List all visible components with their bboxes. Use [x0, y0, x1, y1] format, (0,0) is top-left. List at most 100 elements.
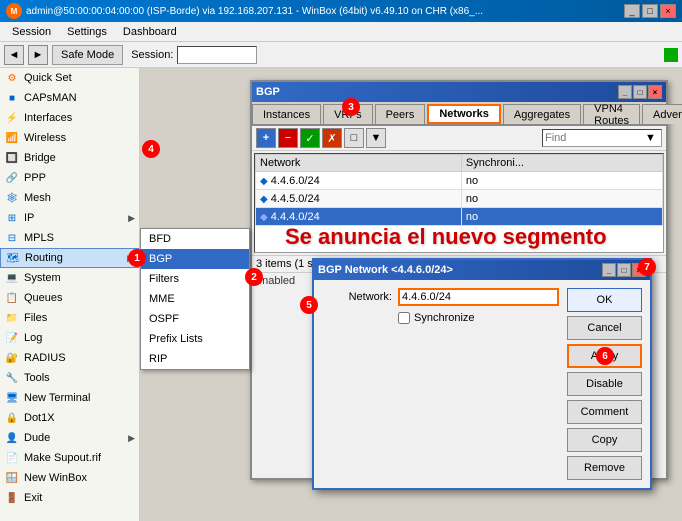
sidebar-item-label: Bridge: [24, 152, 56, 164]
sidebar-item-bridge[interactable]: 🔲 Bridge: [0, 148, 139, 168]
sidebar-item-label: PPP: [24, 172, 46, 184]
network-input[interactable]: [398, 288, 559, 306]
sidebar-item-interfaces[interactable]: ⚡ Interfaces: [0, 108, 139, 128]
interfaces-icon: ⚡: [4, 110, 20, 126]
bgp-window-title: BGP _ □ ×: [252, 82, 666, 102]
menu-settings[interactable]: Settings: [59, 24, 115, 40]
cancel-btn[interactable]: Cancel: [567, 316, 642, 340]
table-row[interactable]: ◆ 4.4.5.0/24 no: [256, 190, 663, 208]
sidebar-item-label: Exit: [24, 492, 42, 504]
routing-submenu-prefix-lists[interactable]: Prefix Lists: [141, 329, 249, 349]
maximize-btn[interactable]: □: [642, 4, 658, 18]
routing-submenu-bgp[interactable]: BGP: [141, 249, 249, 269]
dialog-minimize-btn[interactable]: _: [602, 263, 616, 277]
safe-mode-btn[interactable]: Safe Mode: [52, 45, 123, 65]
remove-btn[interactable]: Remove: [567, 456, 642, 480]
sidebar-item-files[interactable]: 📁 Files: [0, 308, 139, 328]
sidebar-item-routing[interactable]: 🗺 Routing ▶: [0, 248, 139, 268]
disable-btn[interactable]: Disable: [567, 372, 642, 396]
dialog-maximize-btn[interactable]: □: [617, 263, 631, 277]
add-network-btn[interactable]: +: [256, 128, 276, 148]
sidebar-item-queues[interactable]: 📋 Queues: [0, 288, 139, 308]
sidebar-item-quick-set[interactable]: ⚙ Quick Set: [0, 68, 139, 88]
table-row[interactable]: ◆ 4.4.4.0/24 no: [256, 208, 663, 226]
dialog-form: Network: Synchronize: [322, 288, 559, 480]
bgp-minimize-btn[interactable]: _: [618, 85, 632, 99]
routing-submenu: BFD BGP Filters MME OSPF Prefix Lists RI…: [140, 228, 250, 370]
sidebar-item-tools[interactable]: 🔧 Tools: [0, 368, 139, 388]
copy-network-btn[interactable]: □: [344, 128, 364, 148]
ip-icon: ⊞: [4, 210, 20, 226]
tab-advertisements[interactable]: Advertisements: [642, 104, 682, 124]
sidebar-item-system[interactable]: 💻 System: [0, 268, 139, 288]
routing-submenu-ospf[interactable]: OSPF: [141, 309, 249, 329]
sidebar-item-ppp[interactable]: 🔗 PPP: [0, 168, 139, 188]
network-label: Network:: [322, 291, 392, 303]
sidebar-item-mpls[interactable]: ⊟ MPLS: [0, 228, 139, 248]
routing-submenu-mme[interactable]: MME: [141, 289, 249, 309]
session-label: Session:: [131, 49, 173, 61]
sync-cell: no: [461, 190, 662, 208]
app-icon: M: [6, 3, 22, 19]
table-row[interactable]: ◆ 4.4.6.0/24 no: [256, 172, 663, 190]
routing-submenu-rip[interactable]: RIP: [141, 349, 249, 369]
search-dropdown[interactable]: ▼: [645, 132, 656, 144]
sidebar-item-new-terminal[interactable]: 🖥 New Terminal: [0, 388, 139, 408]
col-sync: Synchroni...: [461, 155, 662, 172]
remove-network-btn[interactable]: −: [278, 128, 298, 148]
ok-btn[interactable]: OK: [567, 288, 642, 312]
synchronize-checkbox[interactable]: [398, 312, 410, 324]
tab-aggregates[interactable]: Aggregates: [503, 104, 581, 124]
bgp-close-btn[interactable]: ×: [648, 85, 662, 99]
session-input[interactable]: [177, 46, 257, 64]
dot1x-icon: 🔒: [4, 410, 20, 426]
tab-vpn4-routes[interactable]: VPN4 Routes: [583, 104, 640, 124]
sidebar-item-log[interactable]: 📝 Log: [0, 328, 139, 348]
sidebar-item-new-winbox[interactable]: 🪟 New WinBox: [0, 468, 139, 488]
routing-icon: 🗺: [5, 250, 21, 266]
sidebar-item-dot1x[interactable]: 🔒 Dot1X: [0, 408, 139, 428]
exit-icon: 🚪: [4, 490, 20, 506]
routing-submenu-filters[interactable]: Filters: [141, 269, 249, 289]
sidebar-item-capsman[interactable]: ■ CAPsMAN: [0, 88, 139, 108]
disable-network-btn[interactable]: ✗: [322, 128, 342, 148]
tab-networks[interactable]: Networks: [427, 104, 501, 124]
col-network: Network: [256, 155, 462, 172]
sidebar-item-dude[interactable]: 👤 Dude ▶: [0, 428, 139, 448]
routing-submenu-bfd[interactable]: BFD: [141, 229, 249, 249]
menu-dashboard[interactable]: Dashboard: [115, 24, 185, 40]
sidebar-item-label: Quick Set: [24, 72, 72, 84]
sidebar-item-mesh[interactable]: 🕸 Mesh: [0, 188, 139, 208]
comment-btn[interactable]: Comment: [567, 400, 642, 424]
ppp-icon: 🔗: [4, 170, 20, 186]
copy-btn[interactable]: Copy: [567, 428, 642, 452]
back-btn[interactable]: ◄: [4, 45, 24, 65]
close-btn[interactable]: ×: [660, 4, 676, 18]
sidebar-item-label: CAPsMAN: [24, 92, 77, 104]
bridge-icon: 🔲: [4, 150, 20, 166]
sidebar: ⚙ Quick Set ■ CAPsMAN ⚡ Interfaces 📶 Wir…: [0, 68, 140, 521]
sidebar-item-make-supout[interactable]: 📄 Make Supout.rif: [0, 448, 139, 468]
log-icon: 📝: [4, 330, 20, 346]
bgp-maximize-btn[interactable]: □: [633, 85, 647, 99]
menu-session[interactable]: Session: [4, 24, 59, 40]
title-bar-text: admin@50:00:00:04:00:00 (ISP-Borde) via …: [26, 6, 624, 17]
sidebar-item-radius[interactable]: 🔐 RADIUS: [0, 348, 139, 368]
filter-btn[interactable]: ▼: [366, 128, 386, 148]
wireless-icon: 📶: [4, 130, 20, 146]
search-input[interactable]: [545, 132, 645, 144]
sidebar-item-wireless[interactable]: 📶 Wireless: [0, 128, 139, 148]
annotation-2: 2: [245, 268, 263, 286]
main-toolbar: ◄ ► Safe Mode Session:: [0, 42, 682, 68]
sidebar-item-ip[interactable]: ⊞ IP ▶: [0, 208, 139, 228]
forward-btn[interactable]: ►: [28, 45, 48, 65]
sidebar-item-exit[interactable]: 🚪 Exit: [0, 488, 139, 508]
network-cell: ◆ 4.4.6.0/24: [256, 172, 462, 190]
minimize-btn[interactable]: _: [624, 4, 640, 18]
tab-peers[interactable]: Peers: [375, 104, 426, 124]
dude-icon: 👤: [4, 430, 20, 446]
mpls-icon: ⊟: [4, 230, 20, 246]
files-icon: 📁: [4, 310, 20, 326]
enable-network-btn[interactable]: ✓: [300, 128, 320, 148]
tab-instances[interactable]: Instances: [252, 104, 321, 124]
